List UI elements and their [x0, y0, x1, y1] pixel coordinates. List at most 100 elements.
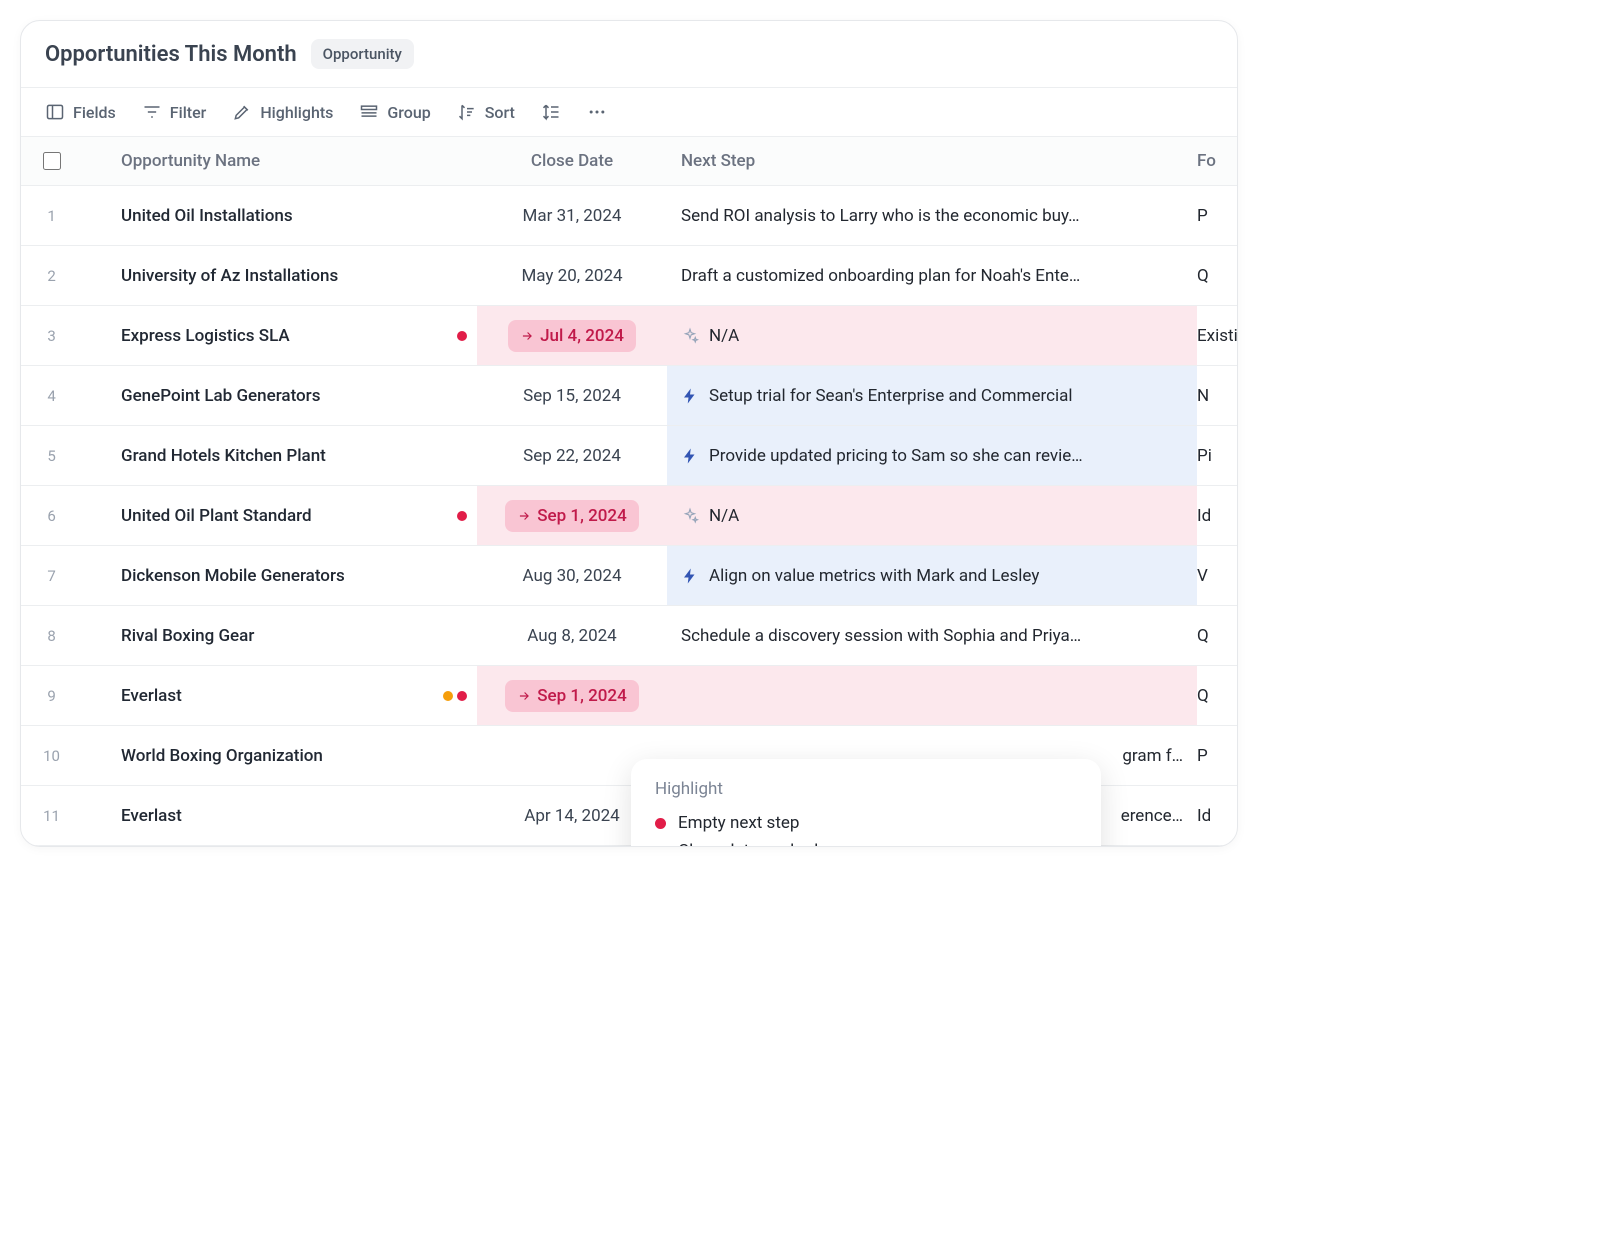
pink-dot-icon — [655, 846, 666, 848]
close-date-cell[interactable]: Sep 15, 2024 — [477, 366, 667, 425]
next-step-cell[interactable]: N/A — [667, 486, 1197, 545]
forecast-cell[interactable]: Existing C — [1197, 326, 1237, 346]
table-row[interactable]: 5Grand Hotels Kitchen PlantSep 22, 2024P… — [21, 426, 1237, 486]
next-step-header[interactable]: Next Step — [667, 151, 1197, 171]
forecast-cell[interactable]: Id — [1197, 506, 1237, 526]
next-step-cell[interactable]: Setup trial for Sean's Enterprise and Co… — [667, 366, 1197, 425]
opportunity-name-cell[interactable]: Rival Boxing Gear — [117, 626, 477, 646]
header: Opportunities This Month Opportunity — [21, 21, 1237, 88]
opportunity-name-cell[interactable]: Dickenson Mobile Generators — [117, 566, 477, 586]
next-step-cell[interactable]: N/A — [667, 306, 1197, 365]
group-icon — [359, 102, 379, 122]
sort-button[interactable]: Sort — [457, 102, 515, 122]
opportunity-name-cell[interactable]: United Oil Installations — [117, 206, 477, 226]
opportunity-name-cell[interactable]: University of Az Installations — [117, 266, 477, 286]
bolt-icon — [681, 387, 699, 405]
object-badge[interactable]: Opportunity — [311, 39, 414, 69]
select-all-cell — [21, 152, 82, 170]
next-step-cell[interactable]: Align on value metrics with Mark and Les… — [667, 546, 1197, 605]
row-number: 2 — [21, 267, 82, 285]
opportunity-name: World Boxing Organization — [121, 746, 323, 766]
table-row[interactable]: 8Rival Boxing GearAug 8, 2024Schedule a … — [21, 606, 1237, 666]
group-label: Group — [387, 103, 430, 122]
opportunity-name-cell[interactable]: Express Logistics SLA — [117, 326, 477, 346]
arrow-right-icon — [520, 329, 534, 343]
legend-label: Close date pushed — [678, 841, 818, 847]
opportunity-name-cell[interactable]: Everlast — [117, 806, 477, 826]
fields-button[interactable]: Fields — [45, 102, 116, 122]
legend-item: Empty next step — [655, 809, 1077, 837]
table-row[interactable]: 3 Express Logistics SLAJul 4, 2024 N/A Exis… — [21, 306, 1237, 366]
close-date-header[interactable]: Close Date — [477, 151, 667, 171]
forecast-cell[interactable]: P — [1197, 206, 1237, 226]
row-number: 1 — [21, 207, 82, 225]
highlights-button[interactable]: Highlights — [232, 102, 333, 122]
forecast-cell[interactable]: Q — [1197, 626, 1237, 646]
more-button[interactable] — [587, 102, 607, 122]
forecast-cell[interactable]: N — [1197, 386, 1237, 406]
table-row[interactable]: 1 United Oil Installations Mar 31, 2024Sen… — [21, 186, 1237, 246]
page-title: Opportunities This Month — [45, 42, 297, 67]
next-step-cell[interactable]: Send ROI analysis to Larry who is the ec… — [667, 186, 1197, 245]
columns-icon — [45, 102, 65, 122]
close-date-cell[interactable]: Aug 30, 2024 — [477, 546, 667, 605]
table-row[interactable]: 7Dickenson Mobile GeneratorsAug 30, 2024… — [21, 546, 1237, 606]
forecast-cell[interactable]: Pi — [1197, 446, 1237, 466]
next-step-text: Schedule a discovery session with Sophia… — [681, 626, 1081, 646]
fields-label: Fields — [73, 103, 116, 122]
row-number: 4 — [21, 387, 82, 405]
opportunity-name-cell[interactable]: Everlast — [117, 686, 477, 706]
next-step-cell[interactable]: Provide updated pricing to Sam so she ca… — [667, 426, 1197, 485]
line-height-icon — [541, 102, 561, 122]
more-icon — [587, 102, 607, 122]
forecast-cell[interactable]: Id — [1197, 806, 1237, 826]
next-step-text: Align on value metrics with Mark and Les… — [709, 566, 1039, 586]
opportunity-name-cell[interactable]: United Oil Plant Standard — [117, 506, 477, 526]
next-step-cell[interactable]: Draft a customized onboarding plan for N… — [667, 246, 1197, 305]
close-date: May 20, 2024 — [521, 266, 622, 286]
close-date-cell[interactable]: Sep 1, 2024 — [477, 666, 667, 725]
sort-icon — [457, 102, 477, 122]
line-height-button[interactable] — [541, 102, 561, 122]
date-pushed-pill: Sep 1, 2024 — [505, 680, 639, 712]
table-row[interactable]: 4 GenePoint Lab GeneratorsSep 15, 2024Set… — [21, 366, 1237, 426]
opportunity-name-cell[interactable]: Grand Hotels Kitchen Plant — [117, 446, 477, 466]
close-date: Apr 14, 2024 — [524, 806, 620, 826]
row-number: 3 — [21, 327, 82, 345]
table-row[interactable]: 9 Everlast Sep 1, 2024 Q — [21, 666, 1237, 726]
filter-button[interactable]: Filter — [142, 102, 207, 122]
opportunity-name-cell[interactable]: World Boxing Organization — [117, 746, 477, 766]
close-date-cell[interactable]: Jul 4, 2024 — [477, 306, 667, 365]
sparkle-icon — [681, 507, 699, 525]
table-row[interactable]: 2 University of Az Installations May 20, 2… — [21, 246, 1237, 306]
forecast-cell[interactable]: V — [1197, 566, 1237, 586]
table-body: 1 United Oil Installations Mar 31, 2024Sen… — [21, 186, 1237, 846]
forecast-cell[interactable]: P — [1197, 746, 1237, 766]
table-row[interactable]: 6United Oil Plant StandardSep 1, 2024N/A… — [21, 486, 1237, 546]
opportunity-name: United Oil Installations — [121, 206, 293, 226]
bolt-icon — [681, 447, 699, 465]
close-date: Sep 22, 2024 — [523, 446, 621, 466]
row-number: 9 — [21, 687, 82, 705]
next-step-text: N/A — [709, 326, 739, 346]
close-date-cell[interactable]: Mar 31, 2024 — [477, 186, 667, 245]
close-date-cell[interactable]: Aug 8, 2024 — [477, 606, 667, 665]
forecast-header[interactable]: Fo — [1197, 151, 1237, 171]
next-step-text: Draft a customized onboarding plan for N… — [681, 266, 1080, 286]
filter-label: Filter — [170, 103, 207, 122]
legend-label: Empty next step — [678, 813, 799, 833]
highlight-dots — [457, 331, 467, 341]
close-date-cell[interactable]: May 20, 2024 — [477, 246, 667, 305]
forecast-cell[interactable]: Q — [1197, 266, 1237, 286]
close-date-cell[interactable]: Sep 22, 2024 — [477, 426, 667, 485]
filter-icon — [142, 102, 162, 122]
select-all-checkbox[interactable] — [43, 152, 61, 170]
forecast-cell[interactable]: Q — [1197, 686, 1237, 706]
arrow-right-icon — [517, 509, 531, 523]
close-date-cell[interactable]: Sep 1, 2024 — [477, 486, 667, 545]
name-header[interactable]: Opportunity Name — [117, 151, 477, 171]
next-step-cell[interactable]: Schedule a discovery session with Sophia… — [667, 606, 1197, 665]
group-button[interactable]: Group — [359, 102, 430, 122]
next-step-cell[interactable] — [667, 666, 1197, 725]
opportunity-name-cell[interactable]: GenePoint Lab Generators — [117, 386, 477, 406]
